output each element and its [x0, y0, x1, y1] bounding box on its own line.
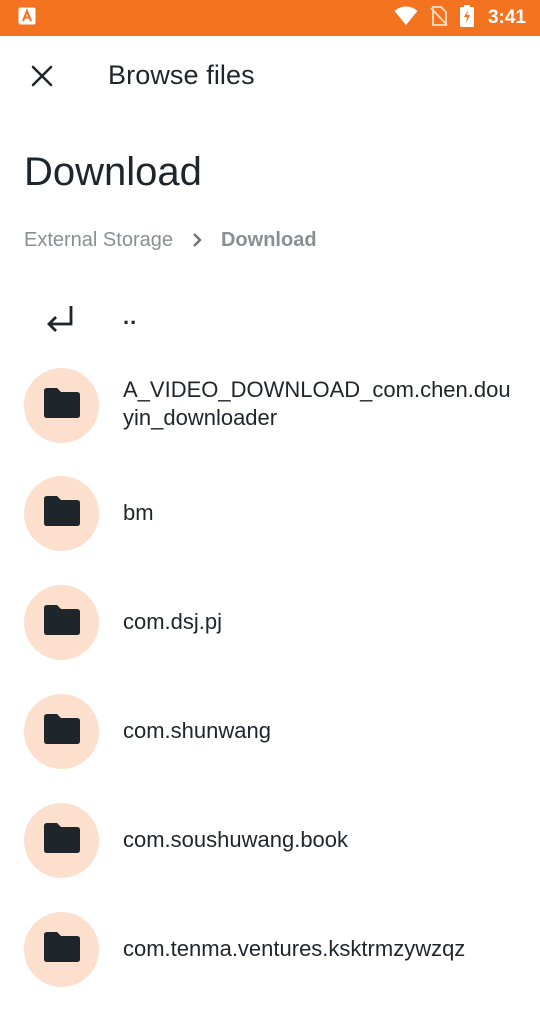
folder-icon: [42, 713, 82, 750]
breadcrumb-item-external-storage[interactable]: External Storage: [24, 229, 173, 252]
folder-name: com.shunwang: [123, 718, 271, 743]
folder-name: com.dsj.pj: [123, 609, 223, 634]
folder-name: com.soushuwang.book: [123, 827, 349, 852]
folder-row[interactable]: com.dsj.pj: [0, 576, 540, 685]
return-arrow-icon: [40, 298, 80, 338]
page-title: Download: [24, 150, 202, 194]
chevron-right-icon: [173, 232, 221, 248]
folder-icon: [42, 822, 82, 859]
folder-row[interactable]: A_VIDEO_DOWNLOAD_com.chen.douyin_downloa…: [0, 358, 540, 467]
folder-icon: [42, 387, 82, 424]
close-button[interactable]: [22, 58, 62, 98]
folder-row[interactable]: com.tenma.ventures.ksktrmzywzqz: [0, 903, 540, 1012]
folder-avatar: [24, 803, 99, 878]
app-bar: Browse files: [0, 36, 540, 122]
folder-icon: [42, 931, 82, 968]
no-sim-icon: [430, 5, 448, 31]
app-notification-icon: [18, 7, 36, 30]
folder-row[interactable]: com.soushuwang.book: [0, 794, 540, 903]
wifi-icon: [394, 6, 418, 31]
folder-name: bm: [123, 500, 154, 525]
folder-row[interactable]: com.shunwang: [0, 685, 540, 794]
parent-directory-label: ..: [123, 304, 138, 329]
folder-avatar: [24, 368, 99, 443]
breadcrumb-item-download: Download: [220, 228, 317, 251]
status-time: 3:41: [487, 7, 526, 28]
folder-avatar: [24, 585, 99, 660]
status-left: [18, 7, 36, 30]
file-list: .. A_VIDEO_DOWNLOAD_com.chen.douyin_down…: [0, 280, 540, 1012]
folder-avatar: [24, 476, 99, 551]
parent-directory-row[interactable]: ..: [0, 280, 540, 358]
folder-row[interactable]: bm: [0, 467, 540, 576]
status-bar: 3:41: [0, 0, 540, 36]
close-icon: [31, 65, 53, 92]
battery-charging-icon: [459, 4, 474, 32]
folder-avatar: [24, 912, 99, 987]
folder-icon: [42, 495, 82, 532]
folder-avatar: [24, 694, 99, 769]
folder-name: com.tenma.ventures.ksktrmzywzqz: [123, 936, 466, 961]
folder-name: A_VIDEO_DOWNLOAD_com.chen.douyin_downloa…: [123, 377, 511, 430]
status-right: 3:41: [394, 4, 526, 32]
breadcrumb: External Storage Download: [24, 226, 317, 254]
app-bar-title: Browse files: [108, 60, 255, 90]
folder-icon: [42, 604, 82, 641]
